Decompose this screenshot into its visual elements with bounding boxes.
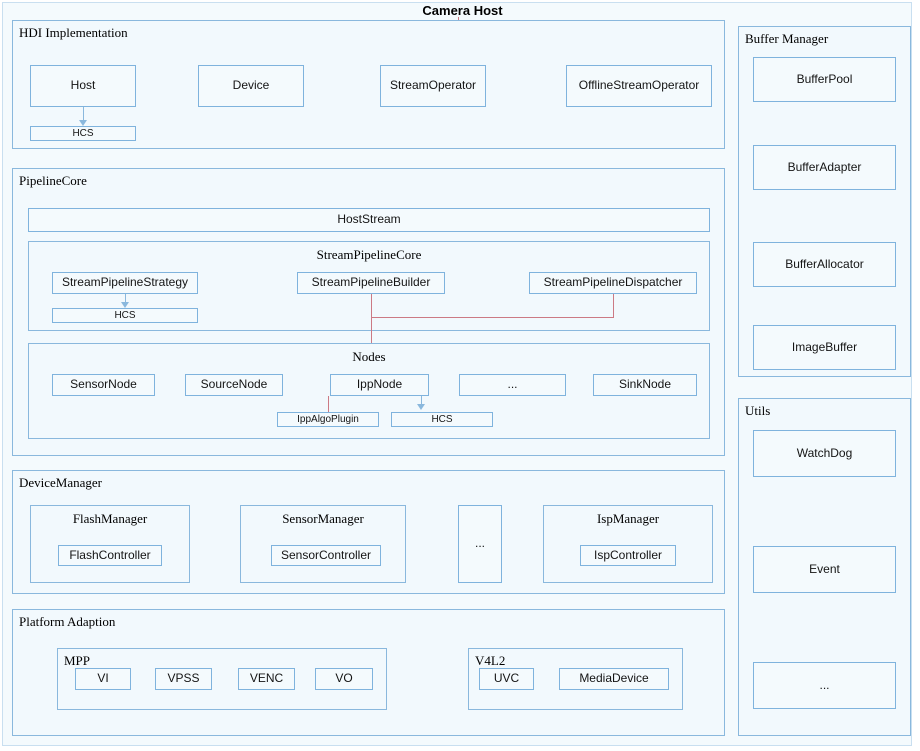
section-utils-title: Utils [745, 403, 771, 418]
group-flashmanager: FlashManager [30, 505, 190, 583]
section-pipelinecore-title: PipelineCore [19, 173, 87, 188]
box-flashcontroller[interactable]: FlashController [58, 545, 162, 566]
connector-builder-dispatcher-bus [371, 317, 614, 318]
group-sensormanager-title: SensorManager [282, 511, 364, 526]
box-streampipelinebuilder[interactable]: StreamPipelineBuilder [297, 272, 445, 294]
box-nodes-ellipsis[interactable]: ... [459, 374, 566, 396]
group-mpp-title: MPP [64, 653, 91, 668]
box-ipp-hcs[interactable]: HCS [391, 412, 493, 427]
section-devicemanager-title: DeviceManager [19, 475, 103, 490]
group-v4l2-title: V4L2 [475, 653, 506, 668]
box-sensornode[interactable]: SensorNode [52, 374, 155, 396]
group-flashmanager-title: FlashManager [72, 511, 148, 526]
box-venc[interactable]: VENC [238, 668, 295, 690]
box-host-hcs[interactable]: HCS [30, 126, 136, 141]
connector-host-hcs [83, 107, 84, 121]
section-hdi-title: HDI Implementation [19, 25, 128, 40]
box-hoststream[interactable]: HostStream [28, 208, 710, 232]
box-strategy-hcs[interactable]: HCS [52, 308, 198, 323]
box-sourcenode[interactable]: SourceNode [185, 374, 283, 396]
box-ispcontroller[interactable]: IspController [580, 545, 676, 566]
page-title: Camera Host [422, 3, 503, 18]
box-vi[interactable]: VI [75, 668, 131, 690]
connector-dispatcher-down [613, 294, 614, 317]
box-host[interactable]: Host [30, 65, 136, 107]
box-ippalgoplugin[interactable]: IppAlgoPlugin [277, 412, 379, 427]
connector-ippnode-plugin [328, 396, 329, 413]
box-event[interactable]: Event [753, 546, 896, 593]
box-uvc[interactable]: UVC [479, 668, 534, 690]
connector-builder-down [371, 294, 372, 317]
group-ispmanager: IspManager [543, 505, 713, 583]
box-watchdog[interactable]: WatchDog [753, 430, 896, 477]
connector-bus-to-nodes [371, 317, 372, 343]
diagram-canvas: Camera Host HDI Implementation Host Devi… [0, 0, 920, 751]
box-bufferpool[interactable]: BufferPool [753, 57, 896, 102]
group-ispmanager-title: IspManager [596, 511, 660, 526]
group-nodes-title: Nodes [352, 349, 386, 364]
box-streampipelinestrategy[interactable]: StreamPipelineStrategy [52, 272, 198, 294]
box-devicemanager-ellipsis[interactable]: ... [458, 505, 502, 583]
box-sinknode[interactable]: SinkNode [593, 374, 697, 396]
box-imagebuffer[interactable]: ImageBuffer [753, 325, 896, 370]
box-streampipelinedispatcher[interactable]: StreamPipelineDispatcher [529, 272, 697, 294]
box-device[interactable]: Device [198, 65, 304, 107]
box-utils-ellipsis[interactable]: ... [753, 662, 896, 709]
box-bufferadapter[interactable]: BufferAdapter [753, 145, 896, 190]
box-bufferallocator[interactable]: BufferAllocator [753, 242, 896, 287]
section-platform-adaption-title: Platform Adaption [19, 614, 116, 629]
box-vpss[interactable]: VPSS [155, 668, 212, 690]
box-vo[interactable]: VO [315, 668, 373, 690]
box-mediadevice[interactable]: MediaDevice [559, 668, 669, 690]
group-sensormanager: SensorManager [240, 505, 406, 583]
box-ippnode[interactable]: IppNode [330, 374, 429, 396]
box-sensorcontroller[interactable]: SensorController [271, 545, 381, 566]
box-streamoperator[interactable]: StreamOperator [380, 65, 486, 107]
box-offlinestreamoperator[interactable]: OfflineStreamOperator [566, 65, 712, 107]
section-buffer-manager-title: Buffer Manager [745, 31, 829, 46]
arrow-ippnode-hcs-icon [417, 404, 425, 410]
group-streampipelinecore-title: StreamPipelineCore [316, 247, 422, 262]
